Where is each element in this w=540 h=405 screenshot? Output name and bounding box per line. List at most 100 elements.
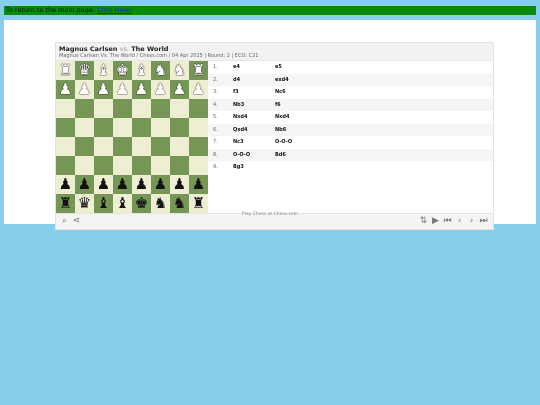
board-square[interactable] <box>151 156 170 175</box>
white-move[interactable]: O-O-O <box>233 149 250 162</box>
board-square[interactable] <box>151 118 170 137</box>
board-square[interactable]: ♝ <box>94 61 113 80</box>
board-square[interactable]: ♟ <box>94 80 113 99</box>
board-square[interactable]: ♟ <box>75 175 94 194</box>
white-pawn-icon[interactable]: ♟ <box>170 80 189 99</box>
board-square[interactable]: ♜ <box>189 61 208 80</box>
first-move-icon[interactable]: ⏮ <box>442 216 453 227</box>
white-pawn-icon[interactable]: ♟ <box>56 80 75 99</box>
white-move[interactable]: Nb3 <box>233 99 244 112</box>
white-bishop-icon[interactable]: ♝ <box>94 61 113 80</box>
board-square[interactable] <box>170 156 189 175</box>
white-move[interactable]: d4 <box>233 74 240 87</box>
board-square[interactable] <box>151 137 170 156</box>
white-pawn-icon[interactable]: ♟ <box>94 80 113 99</box>
board-square[interactable] <box>56 137 75 156</box>
black-pawn-icon[interactable]: ♟ <box>151 175 170 194</box>
board-square[interactable] <box>170 99 189 118</box>
black-move[interactable]: f6 <box>275 99 281 112</box>
board-square[interactable] <box>151 99 170 118</box>
black-knight-icon[interactable]: ♞ <box>170 194 189 213</box>
board-square[interactable] <box>189 118 208 137</box>
white-player[interactable]: Magnus Carlsen <box>59 45 117 53</box>
board-square[interactable] <box>94 118 113 137</box>
white-bishop-icon[interactable]: ♝ <box>132 61 151 80</box>
white-pawn-icon[interactable]: ♟ <box>189 80 208 99</box>
last-move-icon[interactable]: ⏭ <box>478 216 489 227</box>
chess-board[interactable]: ♜ ♛ ♝ ♚ ♝ ♞ ♞ ♜ ♟ ♟ ♟ ♟ ♟ ♟ ♟ ♟ ♟ ♟ ♟ ♟ ♟ ♟ ♟ ♟ ♜ ♛ ♝ ♝ ♚ ♞ ♞ ♜ <box>56 61 208 213</box>
black-pawn-icon[interactable]: ♟ <box>132 175 151 194</box>
white-pawn-icon[interactable]: ♟ <box>132 80 151 99</box>
black-rook-icon[interactable]: ♜ <box>189 194 208 213</box>
white-move[interactable]: Nxd4 <box>233 111 247 124</box>
black-bishop-icon[interactable]: ♝ <box>94 194 113 213</box>
black-player[interactable]: The World <box>131 45 168 53</box>
white-move[interactable]: Nc3 <box>233 136 244 149</box>
board-square[interactable] <box>113 99 132 118</box>
zoom-icon[interactable]: ⌕ <box>59 216 70 227</box>
board-square[interactable]: ♛ <box>75 61 94 80</box>
flip-board-icon[interactable]: ⇅ <box>418 216 429 227</box>
board-square[interactable]: ♟ <box>151 80 170 99</box>
white-king-icon[interactable]: ♚ <box>113 61 132 80</box>
board-square[interactable]: ♟ <box>56 175 75 194</box>
white-queen-icon[interactable]: ♛ <box>75 61 94 80</box>
board-square[interactable] <box>132 118 151 137</box>
board-square[interactable] <box>75 99 94 118</box>
white-move[interactable]: Qxd4 <box>233 124 248 137</box>
white-move[interactable]: Bg3 <box>233 161 244 174</box>
board-square[interactable]: ♜ <box>189 194 208 213</box>
black-pawn-icon[interactable]: ♟ <box>94 175 113 194</box>
board-square[interactable]: ♝ <box>94 194 113 213</box>
board-square[interactable] <box>189 156 208 175</box>
white-rook-icon[interactable]: ♜ <box>56 61 75 80</box>
board-square[interactable] <box>113 156 132 175</box>
black-move[interactable]: exd4 <box>275 74 289 87</box>
board-square[interactable]: ♟ <box>113 175 132 194</box>
board-square[interactable]: ♟ <box>151 175 170 194</box>
board-square[interactable] <box>113 137 132 156</box>
board-square[interactable] <box>132 137 151 156</box>
board-square[interactable] <box>113 118 132 137</box>
board-square[interactable]: ♜ <box>56 194 75 213</box>
board-square[interactable]: ♟ <box>113 80 132 99</box>
board-square[interactable]: ♟ <box>75 80 94 99</box>
board-square[interactable]: ♟ <box>189 80 208 99</box>
white-move[interactable]: f3 <box>233 86 239 99</box>
board-square[interactable] <box>94 137 113 156</box>
black-move[interactable]: Bd6 <box>275 149 286 162</box>
white-knight-icon[interactable]: ♞ <box>170 61 189 80</box>
board-square[interactable] <box>56 99 75 118</box>
board-square[interactable] <box>75 156 94 175</box>
board-square[interactable]: ♟ <box>94 175 113 194</box>
black-pawn-icon[interactable]: ♟ <box>56 175 75 194</box>
black-king-icon[interactable]: ♚ <box>132 194 151 213</box>
white-rook-icon[interactable]: ♜ <box>189 61 208 80</box>
board-square[interactable]: ♞ <box>151 194 170 213</box>
board-square[interactable] <box>132 99 151 118</box>
play-icon[interactable]: ▶ <box>430 216 441 227</box>
board-square[interactable]: ♟ <box>189 175 208 194</box>
board-square[interactable]: ♟ <box>56 80 75 99</box>
black-knight-icon[interactable]: ♞ <box>151 194 170 213</box>
white-pawn-icon[interactable]: ♟ <box>151 80 170 99</box>
board-square[interactable] <box>170 137 189 156</box>
black-move[interactable]: Nb6 <box>275 124 286 137</box>
white-pawn-icon[interactable]: ♟ <box>75 80 94 99</box>
board-square[interactable]: ♞ <box>170 194 189 213</box>
board-square[interactable]: ♚ <box>113 61 132 80</box>
footer-credit[interactable]: Play Chess at Chess.com <box>0 212 540 217</box>
board-square[interactable]: ♟ <box>132 175 151 194</box>
black-rook-icon[interactable]: ♜ <box>56 194 75 213</box>
black-move[interactable]: Nxd4 <box>275 111 289 124</box>
board-square[interactable]: ♟ <box>170 175 189 194</box>
board-square[interactable]: ♞ <box>170 61 189 80</box>
board-square[interactable] <box>94 99 113 118</box>
black-pawn-icon[interactable]: ♟ <box>189 175 208 194</box>
board-square[interactable] <box>94 156 113 175</box>
board-square[interactable]: ♟ <box>170 80 189 99</box>
board-square[interactable] <box>170 118 189 137</box>
white-move[interactable]: e4 <box>233 61 240 74</box>
board-square[interactable] <box>56 156 75 175</box>
black-pawn-icon[interactable]: ♟ <box>170 175 189 194</box>
